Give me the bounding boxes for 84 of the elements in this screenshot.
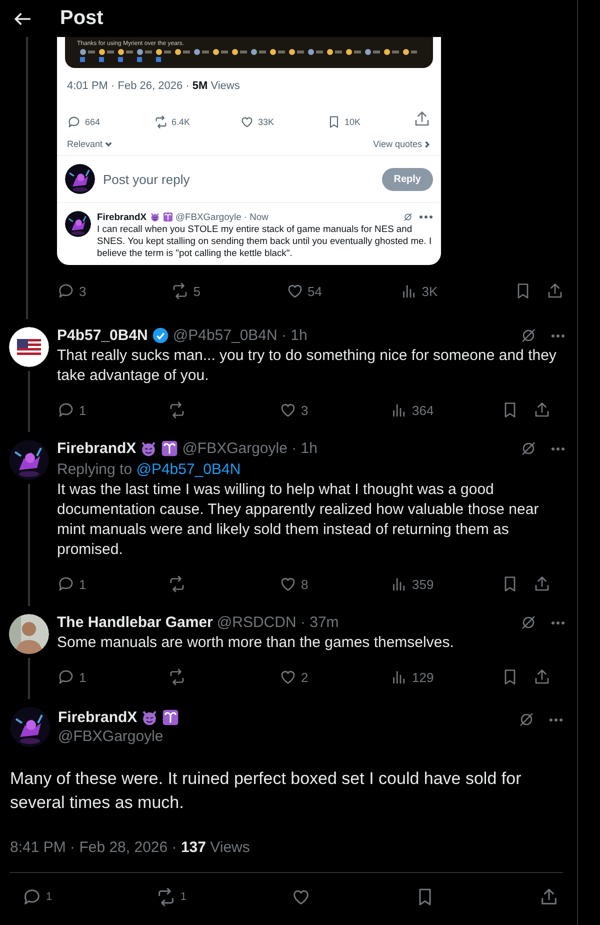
action-count: 664 bbox=[85, 116, 100, 126]
page-title: Post bbox=[60, 7, 104, 30]
repost-icon[interactable] bbox=[154, 114, 168, 128]
reply-icon[interactable] bbox=[57, 282, 75, 300]
more-icon[interactable] bbox=[419, 215, 433, 219]
more-icon[interactable] bbox=[551, 334, 565, 338]
like-icon[interactable] bbox=[240, 114, 254, 128]
repost-icon[interactable] bbox=[168, 575, 186, 593]
slashed-circle-icon[interactable] bbox=[520, 440, 537, 457]
like-icon[interactable] bbox=[279, 668, 297, 686]
action-count: 1 bbox=[79, 576, 86, 592]
share-icon[interactable] bbox=[546, 282, 564, 300]
slashed-circle-icon[interactable] bbox=[520, 614, 537, 631]
reply-field[interactable]: Post your reply bbox=[103, 170, 374, 188]
action-count: 129 bbox=[412, 670, 434, 684]
action-count: 364 bbox=[412, 402, 434, 418]
reply-text: I can recall when you STOLE my entire stack of game manuals for NES and SNES. You kept stalling on sending them back until you eventually ghosted me. I believe the term is "pot calling the kettle black". bbox=[97, 223, 433, 259]
repost-icon[interactable] bbox=[168, 668, 186, 686]
share-icon[interactable] bbox=[533, 575, 551, 593]
reply-text: That really sucks man... you try to do something nice for someone and they take advantage of you. bbox=[57, 346, 558, 386]
like-icon[interactable] bbox=[279, 575, 297, 593]
action-count: 3 bbox=[301, 402, 308, 418]
slashed-circle-icon[interactable] bbox=[403, 212, 413, 222]
action-count: 5 bbox=[193, 284, 200, 298]
devil-face-icon bbox=[140, 440, 158, 457]
author-handle: @RSDCDN · 37m bbox=[216, 614, 339, 631]
author-name[interactable]: FirebrandX bbox=[57, 440, 136, 457]
action-count: 33K bbox=[258, 116, 274, 126]
reply-icon[interactable] bbox=[22, 887, 42, 907]
view-quotes-link[interactable]: View quotes bbox=[373, 139, 422, 149]
like-icon[interactable] bbox=[279, 401, 297, 419]
repost-icon[interactable] bbox=[171, 282, 190, 300]
action-count: 3 bbox=[79, 284, 86, 298]
author-handle: @FBXGargoyle bbox=[58, 728, 164, 745]
author-handle: @FBXGargoyle · 1h bbox=[182, 440, 318, 457]
action-count: 54 bbox=[308, 284, 322, 298]
reply-icon[interactable] bbox=[67, 114, 81, 128]
more-icon[interactable] bbox=[551, 446, 565, 450]
action-count: 359 bbox=[412, 576, 434, 592]
share-icon[interactable] bbox=[413, 110, 431, 128]
slashed-circle-icon[interactable] bbox=[518, 711, 535, 728]
post-timestamp: 4:01 PM · Feb 26, 2026 · 5M Views bbox=[66, 79, 241, 92]
mention-link[interactable]: @P4b57_0B4N bbox=[136, 461, 241, 478]
chevron-down-icon bbox=[104, 140, 112, 148]
repost-icon[interactable] bbox=[168, 401, 186, 419]
chevron-right-icon[interactable] bbox=[424, 140, 431, 148]
post-timestamp: 8:41 PM · Feb 28, 2026 · 137 Views bbox=[10, 839, 563, 873]
reply-text: Some manuals are worth more than the games themselves. bbox=[57, 633, 455, 653]
share-icon[interactable] bbox=[533, 668, 551, 686]
action-count: 1 bbox=[46, 891, 52, 903]
reply-icon[interactable] bbox=[57, 575, 75, 593]
like-icon[interactable] bbox=[286, 282, 304, 300]
aries-sign-icon bbox=[161, 440, 178, 457]
aries-sign-icon bbox=[162, 212, 172, 222]
replying-to-text: Replying to @P4b57_0B4N bbox=[57, 461, 242, 478]
action-count: 1 bbox=[79, 670, 86, 684]
share-icon[interactable] bbox=[539, 887, 559, 907]
reply-text: It was the last time I was willing to help what I thought was a good documentation cause. They apparently realized how valuable those near mint manuals were and likely sold them instead of returning them as promised. bbox=[57, 480, 540, 560]
action-count: 3K bbox=[422, 284, 438, 298]
repost-icon[interactable] bbox=[156, 887, 176, 907]
action-count: 8 bbox=[301, 576, 308, 592]
action-count: 2 bbox=[301, 670, 308, 684]
sort-dropdown[interactable]: Relevant bbox=[67, 139, 112, 149]
post-text: Many of these were. It ruined perfect boxed set I could have sold for several times as much. bbox=[10, 768, 522, 814]
author-handle: @FBXGargoyle · Now bbox=[176, 211, 268, 223]
more-icon[interactable] bbox=[551, 620, 565, 624]
author-name[interactable]: The Handlebar Gamer bbox=[57, 614, 213, 631]
author-name: FirebrandX bbox=[97, 211, 146, 223]
devil-face-icon bbox=[141, 709, 158, 726]
action-count: 6.4K bbox=[172, 116, 190, 126]
more-icon[interactable] bbox=[549, 718, 563, 722]
share-icon[interactable] bbox=[533, 401, 551, 419]
aries-sign-icon bbox=[162, 709, 180, 726]
action-count: 10K bbox=[344, 116, 361, 126]
reply-icon[interactable] bbox=[57, 401, 75, 419]
author-name[interactable]: P4b57_0B4N bbox=[57, 327, 148, 344]
slashed-circle-icon[interactable] bbox=[520, 327, 537, 344]
author-handle: @P4b57_0B4N · 1h bbox=[172, 327, 308, 344]
reply-icon[interactable] bbox=[57, 668, 75, 686]
author-name[interactable]: FirebrandX bbox=[58, 709, 138, 726]
flag-icon[interactable] bbox=[8, 327, 48, 367]
action-count: 1 bbox=[180, 891, 186, 903]
devil-face-icon bbox=[150, 212, 160, 222]
action-count: 1 bbox=[79, 402, 86, 418]
